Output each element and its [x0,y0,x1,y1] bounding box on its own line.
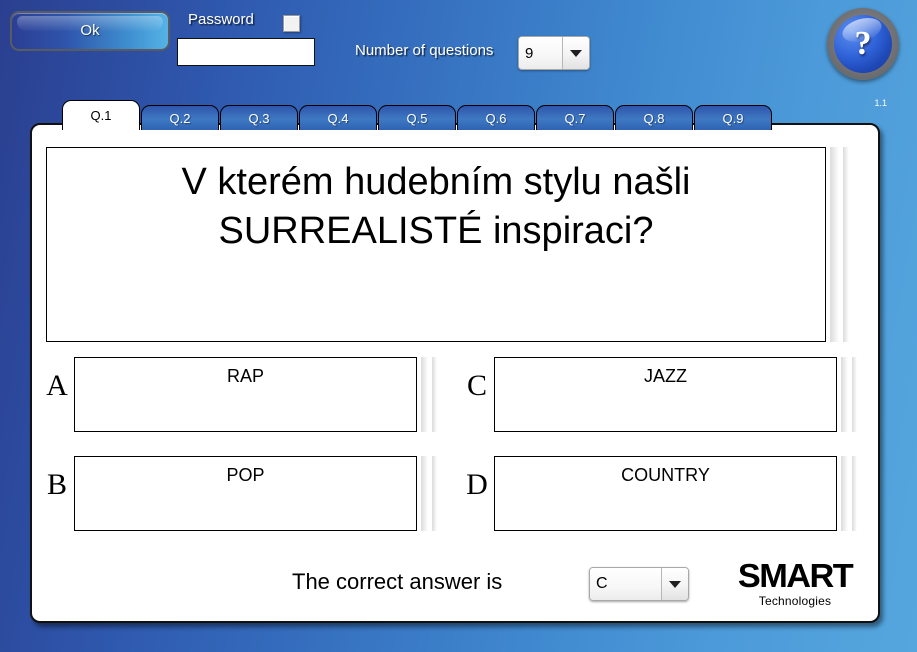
ok-button-label: Ok [80,22,100,39]
answer-d-shadow-2 [852,456,857,531]
toolbar: Ok Password Number of questions 9 ? 1.1 [0,0,917,108]
quiz-application-window: Ok Password Number of questions 9 ? 1.1 … [0,0,917,652]
chevron-down-icon[interactable] [661,568,688,600]
help-button[interactable]: ? [827,8,899,80]
password-label: Password [188,11,254,28]
tab-q9[interactable]: Q.9 [694,105,772,130]
answer-letter-c: C [466,369,487,402]
question-mark-icon: ? [854,25,872,62]
answer-a-box-area: RAP [74,357,437,432]
correct-answer-dropdown[interactable]: C [589,567,689,601]
answer-c-shadow-1 [841,357,848,432]
question-box-shadow-1 [830,147,839,342]
answer-d-shadow-1 [841,456,848,531]
answer-option-b: B POP [40,456,437,531]
help-button-orb: ? [834,15,892,73]
tab-q6[interactable]: Q.6 [457,105,535,130]
answer-options: A RAP B POP C JAZZ D COUNTRY [32,357,878,542]
question-text: V kterém hudebním stylu našli SURREALIST… [181,161,691,252]
smart-technologies-logo: SMART Technologies [730,559,860,608]
answer-b-input[interactable]: POP [74,456,417,531]
question-box-area: V kterém hudebním stylu našli SURREALIST… [46,147,856,342]
ok-button[interactable]: Ok [10,11,170,51]
question-text-box[interactable]: V kterém hudebním stylu našli SURREALIST… [46,147,826,342]
answer-a-shadow-1 [421,357,428,432]
answer-option-a: A RAP [40,357,437,432]
number-of-questions-dropdown[interactable]: 9 [518,36,590,70]
tab-q3[interactable]: Q.3 [220,105,298,130]
tab-q2[interactable]: Q.2 [141,105,219,130]
password-input[interactable] [177,38,315,66]
answer-a-shadow-2 [432,357,437,432]
question-tabs: Q.1 Q.2 Q.3 Q.4 Q.5 Q.6 Q.7 Q.8 Q.9 [62,100,773,130]
version-label: 1.1 [874,98,887,108]
tab-q1[interactable]: Q.1 [62,100,140,130]
brand-wordmark: SMART [737,557,854,594]
chevron-down-icon[interactable] [562,37,589,69]
answer-d-box-area: COUNTRY [494,456,857,531]
answer-c-shadow-2 [852,357,857,432]
password-checkbox[interactable] [283,15,300,32]
answer-letter-d: D [466,468,488,501]
answer-option-c: C JAZZ [460,357,857,432]
answer-c-box-area: JAZZ [494,357,857,432]
answer-option-d: D COUNTRY [460,456,857,531]
answer-b-box-area: POP [74,456,437,531]
panel-footer: The correct answer is C SMART Technologi… [32,555,878,613]
correct-answer-label: The correct answer is [292,569,503,594]
tab-q4[interactable]: Q.4 [299,105,377,130]
brand-subtitle: Technologies [758,594,832,608]
answer-c-input[interactable]: JAZZ [494,357,837,432]
answer-letter-b: B [46,468,67,501]
tab-q8[interactable]: Q.8 [615,105,693,130]
answer-d-input[interactable]: COUNTRY [494,456,837,531]
answer-b-shadow-1 [421,456,428,531]
correct-answer-value: C [590,568,661,600]
question-panel: V kterém hudebním stylu našli SURREALIST… [30,123,880,623]
tab-q5[interactable]: Q.5 [378,105,456,130]
number-of-questions-value: 9 [519,37,562,69]
question-box-shadow-2 [843,147,849,342]
answer-a-input[interactable]: RAP [74,357,417,432]
answer-b-shadow-2 [432,456,437,531]
tab-q7[interactable]: Q.7 [536,105,614,130]
answer-letter-a: A [46,369,68,402]
number-of-questions-label: Number of questions [355,42,494,59]
